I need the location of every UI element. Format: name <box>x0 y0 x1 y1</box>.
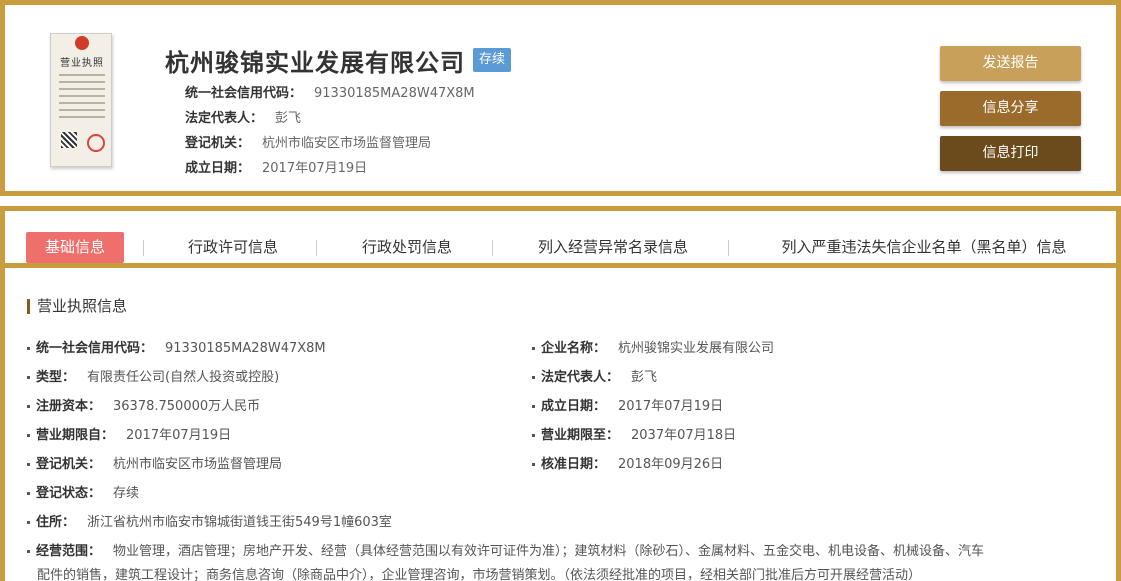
national-emblem-icon <box>75 36 89 50</box>
field-capital: 注册资本： 36378.750000万人民币 <box>27 395 260 414</box>
label: 类型： <box>36 370 76 385</box>
label: 成立日期： <box>185 161 251 176</box>
field-authority: 登记机关： 杭州市临安区市场监督管理局 <box>27 453 282 472</box>
value: 杭州市临安区市场监督管理局 <box>113 457 283 472</box>
seal-icon <box>87 134 105 152</box>
label: 登记机关： <box>185 136 251 151</box>
label: 营业期限自： <box>36 428 115 443</box>
header-credit-code: 统一社会信用代码： 91330185MA28W47X8M <box>185 82 475 101</box>
scope-line-1: 经营范围： 物业管理，酒店管理；房地产开发、经营（具体经营范围以有效许可证件为准）… <box>27 540 1097 564</box>
bullet-icon <box>27 347 30 350</box>
value: 2037年07月18日 <box>631 428 737 443</box>
value: 彭飞 <box>275 111 302 126</box>
company-name: 杭州骏锦实业发展有限公司 <box>165 49 465 77</box>
value: 2017年07月19日 <box>126 428 232 443</box>
scope-line-2: 配件的销售，建筑工程设计；商务信息咨询（除商品中介），企业管理咨询，市场营销策划… <box>37 568 922 581</box>
value: 91330185MA28W47X8M <box>314 86 475 101</box>
tab-divider <box>492 240 493 256</box>
bullet-icon <box>27 405 30 408</box>
status-badge: 存续 <box>473 48 512 72</box>
label: 成立日期： <box>541 399 607 414</box>
value: 91330185MA28W47X8M <box>165 341 326 356</box>
license-text-lines <box>59 74 105 123</box>
label: 登记状态： <box>36 486 102 501</box>
qr-code-icon <box>61 132 77 148</box>
value: 存续 <box>113 486 140 501</box>
label: 统一社会信用代码： <box>185 86 303 101</box>
label: 营业期限至： <box>541 428 620 443</box>
tab-admin-license[interactable]: 行政许可信息 <box>168 232 298 263</box>
tab-divider <box>316 240 317 256</box>
field-approved-date: 核准日期： 2018年09月26日 <box>532 453 723 472</box>
value: 杭州市临安区市场监督管理局 <box>262 136 432 151</box>
field-credit-code: 统一社会信用代码： 91330185MA28W47X8M <box>27 337 326 356</box>
bullet-icon <box>532 434 535 437</box>
value: 2017年07月19日 <box>618 399 724 414</box>
bullet-icon <box>27 376 30 379</box>
field-founded: 成立日期： 2017年07月19日 <box>532 395 723 414</box>
value: 有限责任公司(自然人投资或控股) <box>87 370 280 385</box>
label: 法定代表人： <box>541 370 620 385</box>
bullet-icon <box>27 492 30 495</box>
print-info-button[interactable]: 信息打印 <box>940 136 1081 171</box>
tab-admin-penalty[interactable]: 行政处罚信息 <box>342 232 472 263</box>
tab-divider <box>728 240 729 256</box>
tab-abnormal-list[interactable]: 列入经营异常名录信息 <box>515 232 711 263</box>
label: 经营范围： <box>36 544 102 559</box>
value: 彭飞 <box>631 370 658 385</box>
company-header-card: 营业执照 杭州骏锦实业发展有限公司 存续 统一社会信用代码： 91330185MA… <box>0 0 1121 196</box>
field-term-to: 营业期限至： 2037年07月18日 <box>532 424 736 443</box>
license-thumb-title: 营业执照 <box>60 58 104 69</box>
field-company-name: 企业名称： 杭州骏锦实业发展有限公司 <box>532 337 774 356</box>
tab-divider <box>143 240 144 256</box>
label: 登记机关： <box>36 457 102 472</box>
value: 36378.750000万人民币 <box>113 399 261 414</box>
bullet-icon <box>532 463 535 466</box>
value: 2017年07月19日 <box>262 161 368 176</box>
field-type: 类型： 有限责任公司(自然人投资或控股) <box>27 366 279 385</box>
bullet-icon <box>27 521 30 524</box>
details-card: 基础信息 行政许可信息 行政处罚信息 列入经营异常名录信息 列入严重违法失信企业… <box>0 206 1121 581</box>
send-report-button[interactable]: 发送报告 <box>940 46 1081 81</box>
tab-bar: 基础信息 行政许可信息 行政处罚信息 列入经营异常名录信息 列入严重违法失信企业… <box>5 211 1116 268</box>
label: 法定代表人： <box>185 111 264 126</box>
tab-blacklist[interactable]: 列入严重违法失信企业名单（黑名单）信息 <box>750 232 1098 263</box>
header-founded: 成立日期： 2017年07月19日 <box>185 157 367 176</box>
tab-basic-info[interactable]: 基础信息 <box>26 232 124 263</box>
value: 物业管理，酒店管理；房地产开发、经营（具体经营范围以有效许可证件为准）；建筑材料… <box>113 544 985 559</box>
label: 注册资本： <box>36 399 102 414</box>
field-address: 住所： 浙江省杭州市临安市锦城街道钱王街549号1幢603室 <box>27 511 392 530</box>
header-legal-rep: 法定代表人： 彭飞 <box>185 107 301 126</box>
label: 统一社会信用代码： <box>36 341 154 356</box>
bullet-icon <box>27 550 30 553</box>
field-term-from: 营业期限自： 2017年07月19日 <box>27 424 231 443</box>
bullet-icon <box>532 376 535 379</box>
bullet-icon <box>532 405 535 408</box>
value: 2018年09月26日 <box>618 457 724 472</box>
field-business-scope: 经营范围： 物业管理，酒店管理；房地产开发、经营（具体经营范围以有效许可证件为准）… <box>27 540 1097 581</box>
business-license-image[interactable]: 营业执照 <box>50 33 112 167</box>
bullet-icon <box>27 434 30 437</box>
field-legal-rep: 法定代表人： 彭飞 <box>532 366 657 385</box>
bullet-icon <box>532 347 535 350</box>
value: 浙江省杭州市临安市锦城街道钱王街549号1幢603室 <box>87 515 392 530</box>
share-info-button[interactable]: 信息分享 <box>940 91 1081 126</box>
bullet-icon <box>27 463 30 466</box>
value: 杭州骏锦实业发展有限公司 <box>618 341 775 356</box>
header-authority: 登记机关： 杭州市临安区市场监督管理局 <box>185 132 431 151</box>
field-reg-status: 登记状态： 存续 <box>27 482 139 501</box>
label: 企业名称： <box>541 341 607 356</box>
section-title: 营业执照信息 <box>27 299 127 314</box>
label: 核准日期： <box>541 457 607 472</box>
label: 住所： <box>36 515 76 530</box>
